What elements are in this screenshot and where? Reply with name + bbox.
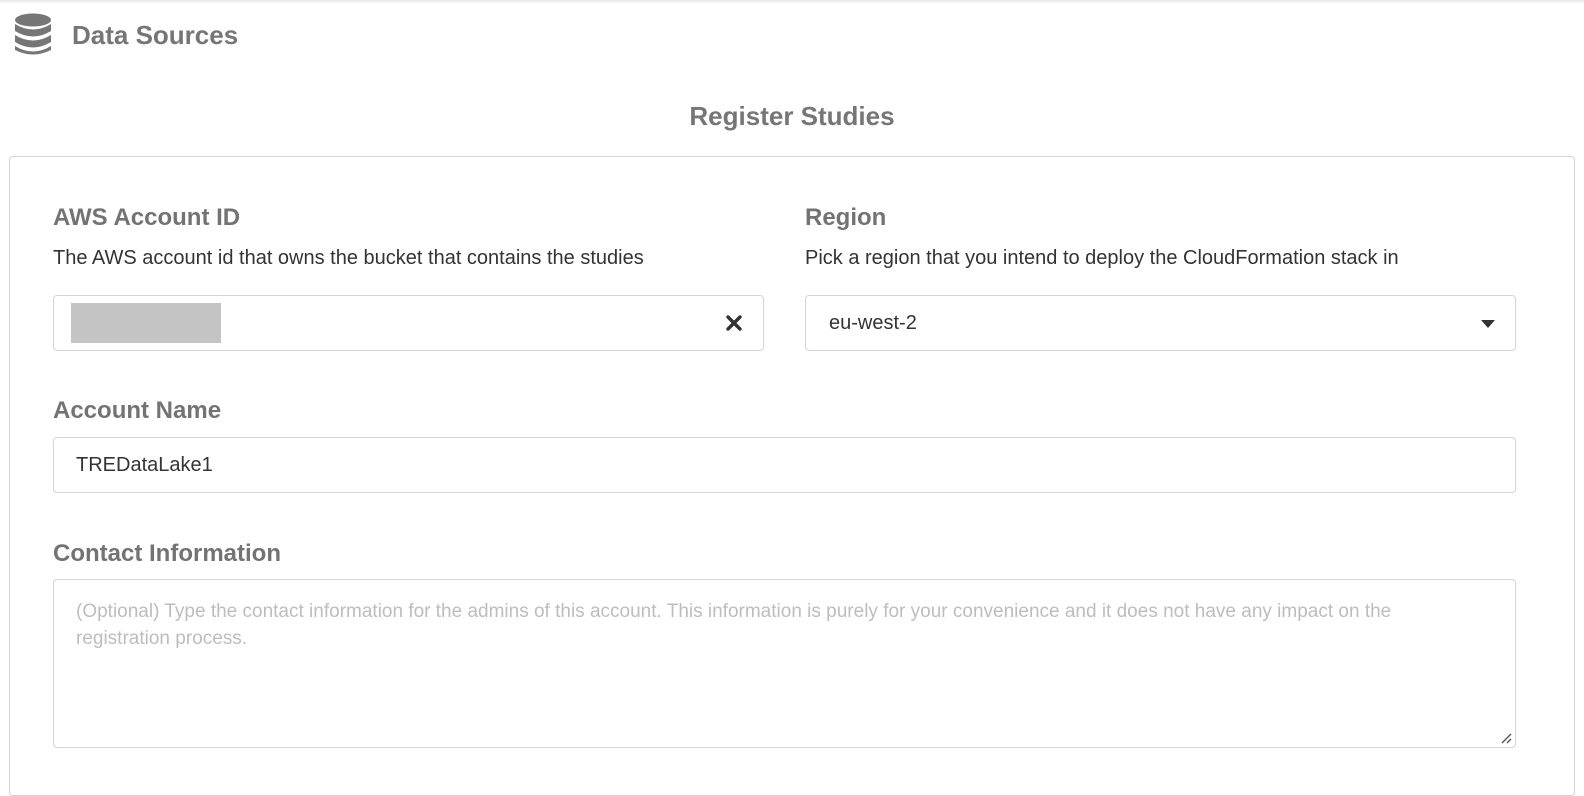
contact-info-label: Contact Information — [53, 540, 281, 567]
contact-info-placeholder: (Optional) Type the contact information … — [76, 601, 1392, 649]
page-header: Data Sources — [14, 12, 238, 58]
redacted-account-id — [71, 303, 221, 343]
resize-handle-icon[interactable] — [1500, 732, 1512, 744]
region-label: Region — [805, 204, 887, 231]
contact-info-textarea[interactable]: (Optional) Type the contact information … — [53, 579, 1516, 748]
account-id-label: AWS Account ID — [53, 204, 241, 231]
region-help: Pick a region that you intend to deploy … — [805, 247, 1399, 269]
header-title: Data Sources — [72, 19, 239, 50]
region-select[interactable]: eu-west-2 — [805, 295, 1516, 351]
top-shadow — [0, 0, 1584, 4]
account-id-help: The AWS account id that owns the bucket … — [53, 247, 644, 269]
caret-down-icon[interactable] — [1481, 320, 1495, 328]
account-name-label: Account Name — [53, 397, 222, 424]
account-name-value: TREDataLake1 — [76, 454, 213, 476]
account-id-input[interactable] — [53, 295, 764, 351]
account-name-input[interactable]: TREDataLake1 — [53, 437, 1516, 493]
database-icon — [15, 13, 51, 55]
region-selected-value: eu-west-2 — [829, 312, 917, 334]
register-studies-form: AWS Account ID The AWS account id that o… — [9, 156, 1575, 796]
close-icon[interactable] — [725, 314, 743, 332]
page-title: Register Studies — [689, 101, 895, 131]
